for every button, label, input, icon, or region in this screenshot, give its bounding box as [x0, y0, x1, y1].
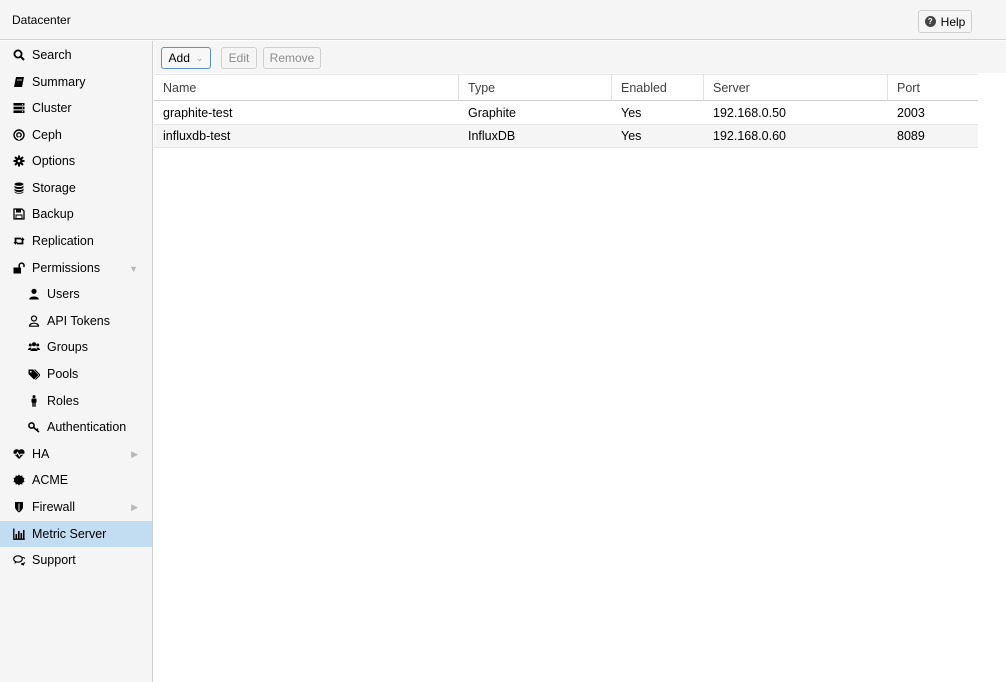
sidebar-item-pools[interactable]: Pools: [0, 361, 152, 387]
panel-title: Datacenter: [12, 13, 71, 27]
sidebar-item-label: Replication: [32, 234, 94, 248]
book-icon: [12, 75, 26, 89]
cell-server: 192.168.0.60: [713, 129, 786, 143]
retweet-icon: [12, 234, 26, 248]
column-header-server[interactable]: Server: [704, 75, 888, 101]
cell-name: graphite-test: [163, 106, 233, 120]
male-icon: [27, 394, 41, 408]
tags-icon: [27, 367, 41, 381]
sidebar-item-label: Summary: [32, 75, 86, 89]
cell-port: 8089: [897, 129, 925, 143]
sidebar-item-label: Backup: [32, 207, 74, 221]
sidebar-item-groups[interactable]: Groups: [0, 334, 152, 360]
sidebar-item-label: API Tokens: [47, 314, 111, 328]
sidebar-item-ceph[interactable]: Ceph: [0, 122, 152, 148]
sidebar-item-api-tokens[interactable]: API Tokens: [0, 308, 152, 334]
edit-button-label: Edit: [228, 51, 250, 65]
sidebar-item-backup[interactable]: Backup: [0, 201, 152, 227]
grid-header: Name Type Enabled Server Port: [154, 74, 978, 101]
sidebar-item-label: Cluster: [32, 101, 72, 115]
sidebar-item-summary[interactable]: Summary: [0, 69, 152, 95]
sidebar-item-firewall[interactable]: Firewall ▶: [0, 494, 152, 520]
cell-server: 192.168.0.50: [713, 106, 786, 120]
sidebar-item-label: Roles: [47, 394, 79, 408]
toolbar: Add ⌄ Edit Remove: [154, 41, 1006, 73]
table-row[interactable]: graphite-test Graphite Yes 192.168.0.50 …: [154, 102, 978, 125]
sidebar-item-permissions[interactable]: Permissions ▼: [0, 255, 152, 281]
sidebar-item-label: Groups: [47, 340, 88, 354]
bar-chart-icon: [12, 527, 26, 541]
chevron-down-icon[interactable]: ▼: [129, 264, 138, 274]
sidebar-item-label: Permissions: [32, 261, 101, 275]
cell-enabled: Yes: [621, 129, 642, 143]
user-icon: [27, 287, 41, 301]
sidebar-item-label: Metric Server: [32, 527, 107, 541]
search-icon: [12, 48, 26, 62]
sidebar-item-search[interactable]: Search: [0, 42, 152, 68]
sidebar-item-ha[interactable]: HA ▶: [0, 441, 152, 467]
sidebar-item-replication[interactable]: Replication: [0, 228, 152, 254]
chevron-right-icon[interactable]: ▶: [131, 502, 138, 513]
remove-button[interactable]: Remove: [263, 47, 321, 69]
cell-port: 2003: [897, 106, 925, 120]
user-outline-icon: [27, 314, 41, 328]
table-row[interactable]: influxdb-test InfluxDB Yes 192.168.0.60 …: [154, 125, 978, 148]
remove-button-label: Remove: [269, 51, 315, 65]
sidebar-item-label: Ceph: [32, 128, 62, 142]
sidebar-item-label: Pools: [47, 367, 79, 381]
sidebar-item-storage[interactable]: Storage: [0, 175, 152, 201]
help-button[interactable]: ? Help: [918, 10, 972, 33]
sidebar-item-acme[interactable]: ACME: [0, 467, 152, 493]
cell-name: influxdb-test: [163, 129, 231, 143]
column-header-port[interactable]: Port: [888, 75, 978, 101]
sidebar: Search Summary Cluster Ceph Options Stor…: [0, 41, 153, 682]
top-bar: Datacenter ? Help: [0, 0, 1006, 40]
cell-type: InfluxDB: [468, 129, 516, 143]
column-header-type[interactable]: Type: [459, 75, 612, 101]
sidebar-item-cluster[interactable]: Cluster: [0, 95, 152, 121]
sidebar-item-roles[interactable]: Roles: [0, 388, 152, 414]
unlock-icon: [12, 261, 26, 275]
server-icon: [12, 101, 26, 115]
gear-icon: [12, 154, 26, 168]
sidebar-item-label: ACME: [32, 473, 69, 487]
chevron-down-icon: ⌄: [195, 52, 204, 63]
question-circle-icon: ?: [924, 16, 936, 27]
comments-icon: [12, 553, 26, 567]
sidebar-item-label: Options: [32, 154, 76, 168]
column-header-enabled[interactable]: Enabled: [612, 75, 704, 101]
ceph-icon: [12, 128, 26, 142]
cell-enabled: Yes: [621, 106, 642, 120]
column-header-name[interactable]: Name: [154, 75, 459, 101]
sidebar-item-label: Search: [32, 48, 72, 62]
certificate-icon: [12, 473, 26, 487]
add-button-label: Add: [168, 51, 190, 65]
users-icon: [27, 340, 41, 354]
sidebar-item-label: Support: [32, 553, 76, 567]
sidebar-item-label: Storage: [32, 181, 76, 195]
add-button[interactable]: Add ⌄: [161, 47, 211, 69]
shield-icon: [12, 500, 26, 514]
sidebar-item-users[interactable]: Users: [0, 281, 152, 307]
sidebar-item-support[interactable]: Support: [0, 547, 152, 573]
database-icon: [12, 181, 26, 195]
sidebar-item-metric-server[interactable]: Metric Server: [0, 521, 152, 547]
sidebar-item-label: HA: [32, 447, 50, 461]
sidebar-item-label: Authentication: [47, 420, 127, 434]
sidebar-item-label: Users: [47, 287, 80, 301]
chevron-right-icon[interactable]: ▶: [131, 449, 138, 460]
sidebar-item-authentication[interactable]: Authentication: [0, 414, 152, 440]
sidebar-item-options[interactable]: Options: [0, 148, 152, 174]
help-button-label: Help: [940, 14, 966, 29]
key-icon: [27, 420, 41, 434]
sidebar-item-label: Firewall: [32, 500, 76, 514]
cell-type: Graphite: [468, 106, 516, 120]
heartbeat-icon: [12, 447, 26, 461]
edit-button[interactable]: Edit: [221, 47, 257, 69]
floppy-icon: [12, 207, 26, 221]
